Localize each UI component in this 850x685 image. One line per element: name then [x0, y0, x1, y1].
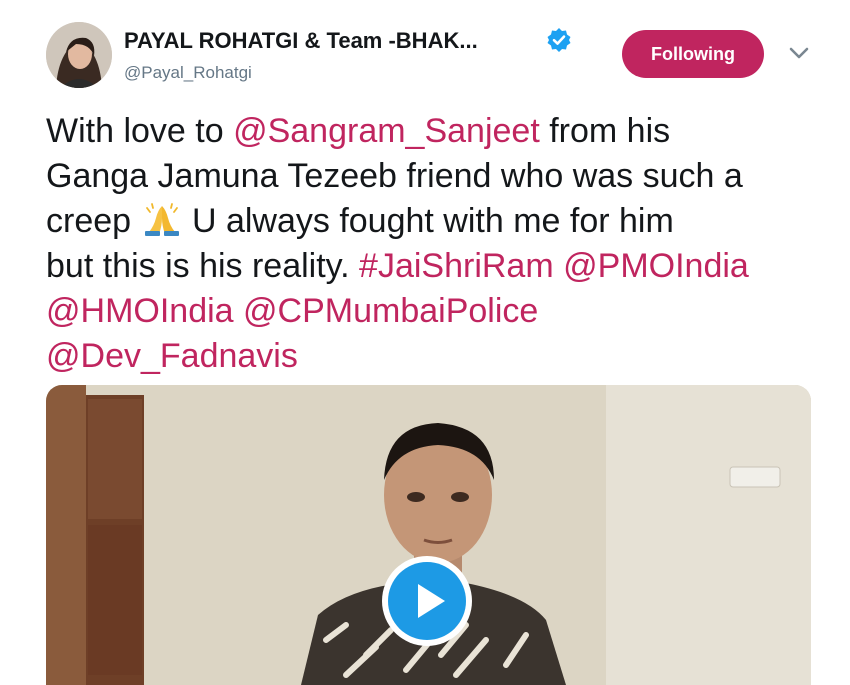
folded-hands-emoji-icon	[144, 203, 179, 236]
tweet-text-segment	[554, 247, 563, 285]
play-triangle-icon	[418, 584, 445, 618]
tweet-text-line: @Dev_Fadnavis	[46, 334, 826, 379]
tweet-text-line: Ganga Jamuna Tezeeb friend who was such …	[46, 154, 826, 199]
avatar-image	[46, 22, 112, 88]
author-handle[interactable]: @Payal_Rohatgi	[124, 63, 252, 83]
chevron-down-icon[interactable]	[789, 46, 809, 60]
tweet-text: With love to @Sangram_Sanjeet from his Ga…	[46, 109, 826, 379]
following-button[interactable]: Following	[622, 30, 764, 78]
avatar[interactable]	[46, 22, 112, 88]
tweet-text-line: @HMOIndia @CPMumbaiPolice	[46, 289, 826, 334]
tweet-text-segment: Ganga Jamuna Tezeeb friend who was such …	[46, 157, 743, 195]
mention-link[interactable]: @CPMumbaiPolice	[243, 292, 538, 330]
author-display-name[interactable]: PAYAL ROHATGI & Team -BHAK...	[124, 28, 478, 54]
tweet-text-segment: but this is his reality.	[46, 247, 360, 285]
tweet-text-segment: With love to	[46, 112, 234, 150]
play-button[interactable]	[382, 556, 472, 646]
tweet-header: PAYAL ROHATGI & Team -BHAK... @Payal_Roh…	[0, 0, 850, 100]
play-icon	[388, 562, 466, 640]
mention-link[interactable]: @Dev_Fadnavis	[46, 337, 298, 375]
tweet-text-segment	[234, 292, 243, 330]
hashtag-link[interactable]: #JaiShriRam	[359, 247, 554, 285]
tweet-text-line: creep U always fought with me for him	[46, 199, 826, 244]
mention-link[interactable]: @HMOIndia	[46, 292, 234, 330]
tweet-text-segment: U always fought with me for him	[182, 202, 674, 240]
verified-badge-icon	[547, 28, 571, 52]
mention-link[interactable]: @Sangram_Sanjeet	[233, 112, 540, 150]
tweet-text-segment: from his	[539, 112, 671, 150]
tweet-text-line: but this is his reality. #JaiShriRam @PM…	[46, 244, 826, 289]
tweet-text-line: With love to @Sangram_Sanjeet from his	[46, 109, 826, 154]
tweet-text-segment: creep	[46, 202, 141, 240]
mention-link[interactable]: @PMOIndia	[563, 247, 749, 285]
